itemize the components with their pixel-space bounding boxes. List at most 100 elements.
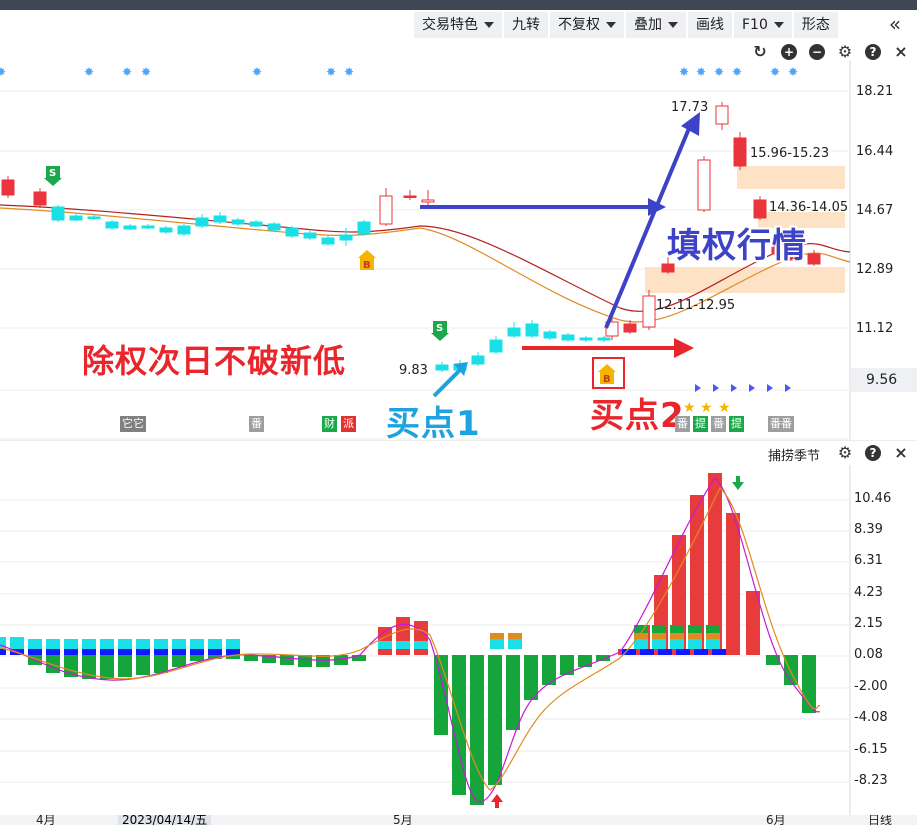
base-stripe-blue: [658, 649, 672, 655]
indicator-y-tick: 8.39: [854, 522, 883, 537]
event-tag-text: 提: [695, 417, 706, 430]
collapse-panel-icon[interactable]: «: [878, 12, 912, 38]
base-stripe-cyan: [82, 639, 96, 649]
sell-signal-arrow: [44, 178, 62, 186]
star-marker: ✸: [732, 65, 742, 79]
base-stripe-cyan: [100, 639, 114, 649]
base-stripe-cyan: [378, 641, 392, 649]
base-stripe-cyan: [706, 639, 720, 649]
blue-arrow-head: [681, 112, 700, 136]
indicator-y-tick: 2.15: [854, 616, 883, 631]
buy-signal-arrow: [598, 364, 616, 372]
flag-marker: [713, 384, 719, 392]
base-stripe-blue: [226, 649, 240, 655]
base-stripe-cyan: [28, 639, 42, 649]
toolbar-label: 叠加: [634, 17, 662, 33]
star-marker: ✸: [696, 65, 706, 79]
indicator-y-tick: -8.23: [854, 773, 888, 788]
event-tag[interactable]: 番: [675, 416, 690, 432]
draw-line-button[interactable]: 画线: [688, 12, 732, 38]
star-marker: ✸: [714, 65, 724, 79]
hist-bar-negative: [280, 655, 294, 665]
event-tag-text: 它它: [122, 417, 144, 430]
star-marker: ✸: [0, 65, 6, 79]
candle-body: [87, 216, 101, 219]
event-tag[interactable]: 财: [322, 416, 337, 432]
base-stripe-blue: [118, 649, 132, 655]
cursor-date-label: 2023/04/14/五: [118, 815, 212, 825]
candle-body: [339, 234, 353, 241]
window-top-bar: [0, 0, 917, 10]
candle-body: [697, 159, 711, 211]
f10-dropdown[interactable]: F10: [734, 12, 792, 38]
pattern-button[interactable]: 形态: [793, 12, 838, 38]
buy-signal-text: B: [363, 260, 371, 271]
base-stripe-cyan: [154, 639, 168, 649]
base-stripe-blue: [154, 649, 168, 655]
event-tag[interactable]: 提: [693, 416, 708, 432]
candle-body: [1, 179, 15, 196]
base-stripe-cyan: [190, 639, 204, 649]
chevron-down-icon: [773, 22, 784, 28]
event-tag-text: 研: [86, 417, 97, 430]
star-marker: ✸: [326, 65, 336, 79]
event-tag[interactable]: 番番: [768, 416, 794, 432]
candle-body: [489, 339, 503, 353]
toolbar-label: F10: [742, 17, 768, 33]
y-tick: 12.89: [856, 262, 894, 277]
base-stripe-orange: [490, 633, 504, 639]
event-tag[interactable]: 番: [249, 416, 264, 432]
base-stripe-orange: [508, 633, 522, 639]
hist-bar-negative: [136, 655, 150, 675]
buy-point-1-label: 买点1: [386, 404, 481, 444]
hist-bar-negative: [506, 655, 520, 730]
flag-marker: [731, 384, 737, 392]
trading-features-dropdown[interactable]: 交易特色: [414, 12, 502, 38]
y-tick: 18.21: [856, 84, 894, 99]
chart-toolbar: 交易特色 九转 不复权 叠加 画线 F10 形态: [414, 12, 838, 38]
overlay-dropdown[interactable]: 叠加: [626, 12, 686, 38]
base-stripe-blue: [46, 649, 60, 655]
period-label[interactable]: 日线: [868, 815, 892, 825]
candle-body: [753, 199, 767, 219]
nine-turn-button[interactable]: 九转: [504, 12, 548, 38]
event-tag[interactable]: 提: [729, 416, 744, 432]
candle-body: [579, 337, 593, 341]
adjust-rights-dropdown[interactable]: 不复权: [550, 12, 624, 38]
sell-signal-arrow: [431, 333, 449, 341]
indicator-y-tick: 4.23: [854, 585, 883, 600]
base-stripe-cyan: [670, 639, 684, 649]
sell-signal-text: S: [49, 168, 56, 179]
gold-star: ★: [700, 400, 713, 416]
candle-body: [249, 221, 263, 227]
candle-body: [471, 355, 485, 365]
event-tag[interactable]: 研: [84, 416, 99, 432]
toolbar-label: 画线: [696, 17, 724, 33]
sell-arrow: [732, 482, 744, 490]
y-tick: 11.12: [856, 321, 894, 336]
base-stripe-blue: [172, 649, 186, 655]
star-marker: ✸: [122, 65, 132, 79]
event-tag[interactable]: 番: [711, 416, 726, 432]
hist-bar-negative: [118, 655, 132, 677]
candle-body: [213, 215, 227, 223]
base-stripe-green: [688, 625, 702, 633]
base-stripe-cyan: [634, 639, 648, 649]
candle-body: [357, 221, 371, 235]
indicator-y-tick: -4.08: [854, 710, 888, 725]
current-price-box: 9.56: [851, 368, 917, 392]
indicator-chart[interactable]: [0, 440, 917, 815]
star-marker: ✸: [84, 65, 94, 79]
hist-bar-negative: [488, 655, 502, 785]
hist-bar-positive: [396, 617, 410, 655]
candle-body: [141, 225, 155, 229]
chevron-down-icon: [484, 22, 494, 28]
candle-body: [51, 206, 65, 221]
indicator-y-tick: -2.00: [854, 679, 888, 694]
buy-signal-text: B: [603, 374, 611, 385]
indicator-y-tick: 10.46: [854, 491, 892, 506]
toolbar-label: 不复权: [558, 17, 600, 33]
event-tag[interactable]: 它它: [120, 416, 146, 432]
event-tag[interactable]: 派: [341, 416, 356, 432]
y-tick: 14.67: [856, 203, 894, 218]
